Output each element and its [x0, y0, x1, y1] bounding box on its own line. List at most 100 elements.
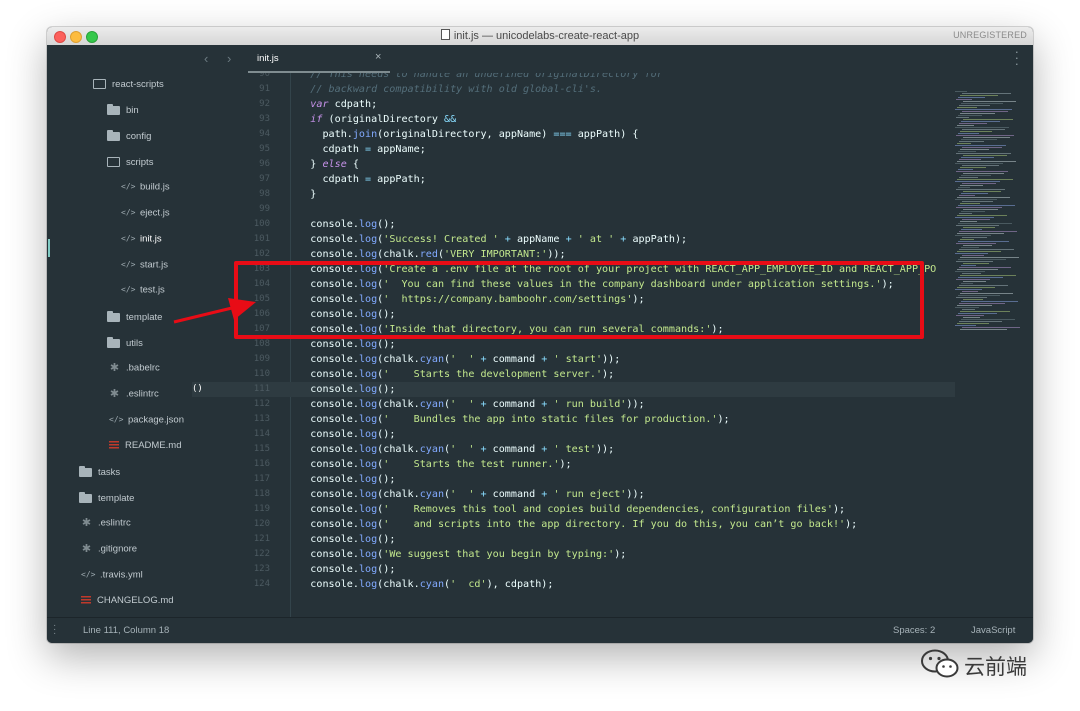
sidebar-item-template[interactable]: template: [79, 489, 134, 509]
cursor-position[interactable]: Line 111, Column 18: [83, 625, 169, 636]
sidebar-item-utils[interactable]: utils: [107, 334, 143, 354]
code-line[interactable]: 100 console.log();: [192, 217, 955, 232]
code-line[interactable]: 90 // This needs to handle an undefined …: [192, 73, 955, 82]
sidebar-item-eslintrc[interactable]: ✱ .eslintrc: [81, 513, 131, 533]
minimap-line: [957, 143, 971, 144]
code-line[interactable]: 122 console.log('We suggest that you beg…: [192, 547, 955, 562]
code-editor[interactable]: 90 // This needs to handle an undefined …: [192, 73, 955, 617]
sidebar-item-scripts[interactable]: scripts: [107, 153, 153, 173]
sidebar-item-tasks[interactable]: tasks: [79, 463, 120, 483]
sidebar-item-readme-md[interactable]: README.md: [109, 436, 181, 456]
minimap-line: [957, 251, 1001, 252]
minimap-line: [962, 93, 1011, 94]
sidebar-item-template[interactable]: template: [107, 308, 162, 328]
code-token: log: [358, 504, 378, 515]
code-line[interactable]: 102 console.log(chalk.red('VERY IMPORTAN…: [192, 247, 955, 262]
code-line[interactable]: 116 console.log(' Starts the test runner…: [192, 457, 955, 472]
minimap-line: [958, 259, 1006, 260]
sidebar-item-travis-yml[interactable]: </> .travis.yml: [81, 565, 143, 585]
code-line[interactable]: 121 console.log();: [192, 532, 955, 547]
tab-init-js[interactable]: init.js: [248, 45, 390, 73]
minimap-line: [960, 275, 1016, 276]
code-line[interactable]: 98 }: [192, 187, 955, 202]
code-line[interactable]: 99: [192, 202, 955, 217]
code-text: console.log();: [286, 532, 395, 547]
sidebar-item-gitignore[interactable]: ✱ .gitignore: [81, 539, 137, 559]
sidebar-item-react-scripts[interactable]: react-scripts: [93, 75, 164, 95]
code-line[interactable]: 119 console.log(' Removes this tool and …: [192, 502, 955, 517]
syntax-selector[interactable]: JavaScript: [971, 625, 1015, 636]
code-line[interactable]: 96 } else {: [192, 157, 955, 172]
code-token: console.: [286, 369, 359, 380]
code-line[interactable]: 110 console.log(' Starts the development…: [192, 367, 955, 382]
code-token: var: [286, 99, 329, 110]
code-line[interactable]: 108 console.log();: [192, 337, 955, 352]
code-line[interactable]: 94 path.join(originalDirectory, appName)…: [192, 127, 955, 142]
tab-forward-icon[interactable]: ›: [227, 51, 231, 66]
minimap-line: [959, 285, 1008, 286]
sidebar-item-eject-js[interactable]: </> eject.js: [121, 203, 170, 223]
sidebar-item-label: .gitignore: [98, 543, 138, 555]
code-line[interactable]: 91 // backward compatibility with old gl…: [192, 82, 955, 97]
sidebar-item-babelrc[interactable]: ✱ .babelrc: [109, 358, 160, 378]
minimap-line: [961, 283, 973, 284]
code-line[interactable]: 111 () console.log();: [192, 382, 955, 397]
code-token: console.: [286, 459, 359, 470]
vertical-scrollbar[interactable]: [1025, 91, 1028, 617]
minimap-line: [956, 243, 996, 244]
tab-back-icon[interactable]: ‹: [204, 51, 208, 66]
code-text: var cdpath;: [286, 97, 377, 112]
star-icon: ✱: [109, 362, 120, 374]
sidebar-item-bin[interactable]: bin: [107, 101, 139, 121]
code-line[interactable]: 124 console.log(chalk.cyan(' cd'), cdpat…: [192, 577, 955, 592]
sidebar-item-build-js[interactable]: </> build.js: [121, 177, 170, 197]
code-line[interactable]: 101 console.log('Success! Created ' + ap…: [192, 232, 955, 247]
sidebar-item-start-js[interactable]: </> start.js: [121, 255, 168, 275]
code-line[interactable]: 109 console.log(chalk.cyan(' ' + command…: [192, 352, 955, 367]
code-token: red: [419, 249, 438, 260]
more-menu-icon[interactable]: · · ·: [1015, 45, 1019, 70]
sidebar-item-test-js[interactable]: </> test.js: [121, 280, 165, 300]
sidebar-item-package-json[interactable]: </> package.json: [109, 410, 184, 430]
minimap-line: [959, 141, 984, 142]
minimap[interactable]: [955, 91, 1020, 617]
code-token: ' ': [450, 444, 475, 455]
sidebar-item-init-js[interactable]: </> init.js: [121, 229, 162, 249]
code-line[interactable]: 115 console.log(chalk.cyan(' ' + command…: [192, 442, 955, 457]
code-line[interactable]: 114 console.log();: [192, 427, 955, 442]
minimap-line: [962, 183, 996, 184]
code-token: );: [602, 369, 615, 380]
code-icon: </>: [121, 182, 136, 191]
tab-close-icon[interactable]: ×: [375, 51, 381, 63]
code-text: console.log();: [286, 472, 395, 487]
code-line[interactable]: 112 console.log(chalk.cyan(' ' + command…: [192, 397, 955, 412]
minimap-line: [962, 237, 987, 238]
minimap-line: [956, 117, 969, 118]
indentation-setting[interactable]: Spaces: 2: [893, 625, 935, 636]
code-line[interactable]: 97 cdpath = appPath;: [192, 172, 955, 187]
code-line[interactable]: 120 console.log(' and scripts into the a…: [192, 517, 955, 532]
code-line[interactable]: 118 console.log(chalk.cyan(' ' + command…: [192, 487, 955, 502]
minimap-line: [955, 217, 994, 218]
code-line[interactable]: 123 console.log();: [192, 562, 955, 577]
code-line[interactable]: 117 console.log();: [192, 472, 955, 487]
minimap-line: [960, 311, 1010, 312]
minimap-line: [955, 235, 991, 236]
code-token: ===: [553, 129, 572, 140]
code-line[interactable]: 95 cdpath = appName;: [192, 142, 955, 157]
code-line[interactable]: 113 console.log(' Bundles the app into s…: [192, 412, 955, 427]
minimap-line: [963, 119, 1013, 120]
code-line[interactable]: 92 var cdpath;: [192, 97, 955, 112]
code-line[interactable]: 93 if (originalDirectory &&: [192, 112, 955, 127]
line-number: 112: [253, 399, 270, 409]
sidebar-item-label: test.js: [140, 284, 165, 296]
line-number: 92: [259, 99, 270, 109]
sidebar-item-eslintrc[interactable]: ✱ .eslintrc: [109, 384, 159, 404]
sidebar-item-changelog-md[interactable]: CHANGELOG.md: [81, 591, 174, 611]
sidebar-item-config[interactable]: config: [107, 127, 151, 147]
code-icon: </>: [121, 234, 136, 243]
code-token: +: [474, 444, 493, 455]
line-number: 115: [253, 444, 270, 454]
code-token: console.: [286, 414, 359, 425]
panel-toggle-icon[interactable]: · · ·: [53, 621, 56, 639]
